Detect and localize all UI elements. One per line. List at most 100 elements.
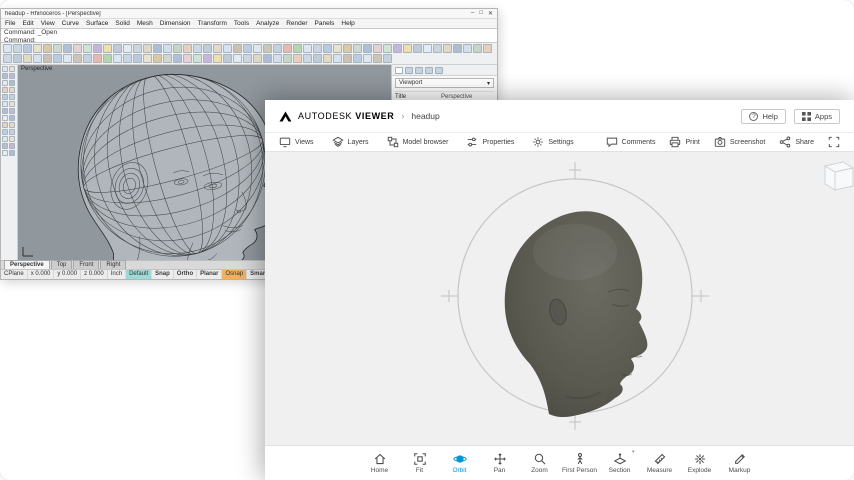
toolbar-icon[interactable] [163,44,172,53]
toolbar-icon[interactable] [123,44,132,53]
toolbar-icon[interactable] [33,44,42,53]
toolbar-icon[interactable] [73,44,82,53]
side-tool-icon[interactable] [2,108,8,114]
dock-section[interactable]: ▾ Section [600,446,640,480]
toolbar-icon[interactable] [133,44,142,53]
fullscreen-button[interactable] [828,136,840,148]
toolbar-icon[interactable] [343,54,352,63]
toolbar-icon[interactable] [483,44,492,53]
toolbar-icon[interactable] [213,54,222,63]
menu-analyze[interactable]: Analyze [256,20,279,27]
menu-solid[interactable]: Solid [115,20,129,27]
viewport-tab-perspective[interactable]: Perspective [4,260,50,269]
toolbar-icon[interactable] [53,54,62,63]
toolbar-icon[interactable] [223,54,232,63]
toolbar-icon[interactable] [433,44,442,53]
toolbar-icon[interactable] [3,44,12,53]
object-type-dropdown[interactable]: Viewport ▾ [395,78,494,88]
toolbar-icon[interactable] [233,44,242,53]
toolbar-icon[interactable] [253,54,262,63]
toolbar-icon[interactable] [123,54,132,63]
status-cplane[interactable]: CPlane [1,270,28,279]
toolbar-icon[interactable] [143,54,152,63]
status-inch[interactable]: Inch [108,270,126,279]
toolbar-icon[interactable] [193,44,202,53]
properties-tab-icon[interactable] [395,67,403,74]
toolbar-icon[interactable] [23,54,32,63]
layers-button[interactable]: Layers [332,136,369,148]
toolbar-icon[interactable] [33,54,42,63]
toolbar-icon[interactable] [333,44,342,53]
side-tool-icon[interactable] [2,143,8,149]
menu-edit[interactable]: Edit [22,20,33,27]
menu-view[interactable]: View [41,20,55,27]
toolbar-icon[interactable] [203,44,212,53]
status-snap[interactable]: Snap [152,270,174,279]
status-planar[interactable]: Planar [197,270,222,279]
dock-home[interactable]: Home [360,446,400,480]
toolbar-icon[interactable] [3,54,12,63]
toolbar-icon[interactable] [43,44,52,53]
status-z[interactable]: z 0.000 [81,270,108,279]
maximize-button[interactable]: □ [479,10,483,17]
comments-button[interactable]: Comments [606,136,656,148]
toolbar-icon[interactable] [183,44,192,53]
menu-dimension[interactable]: Dimension [160,20,191,27]
toolbar-icon[interactable] [103,44,112,53]
settings-button[interactable]: Settings [532,136,573,148]
dock-measure[interactable]: Measure [640,446,680,480]
side-tool-icon[interactable] [9,108,15,114]
screenshot-button[interactable]: Screenshot [714,136,765,148]
toolbar-icon[interactable] [213,44,222,53]
side-tool-icon[interactable] [9,150,15,156]
side-tool-icon[interactable] [2,150,8,156]
menu-render[interactable]: Render [286,20,307,27]
side-tool-icon[interactable] [9,94,15,100]
toolbar-icon[interactable] [353,44,362,53]
toolbar-icon[interactable] [383,44,392,53]
toolbar-icon[interactable] [473,44,482,53]
close-button[interactable]: ✕ [488,10,493,17]
side-tool-icon[interactable] [2,129,8,135]
toolbar-icon[interactable] [273,44,282,53]
minimize-button[interactable]: – [471,10,474,17]
toolbar-icon[interactable] [333,54,342,63]
properties-button[interactable]: Properties [466,136,514,148]
side-tool-icon[interactable] [2,87,8,93]
notes-tab-icon[interactable] [435,67,443,74]
toolbar-icon[interactable] [323,44,332,53]
toolbar-icon[interactable] [323,54,332,63]
toolbar-icon[interactable] [263,54,272,63]
toolbar-icon[interactable] [173,54,182,63]
toolbar-icon[interactable] [203,54,212,63]
toolbar-icon[interactable] [253,44,262,53]
toolbar-icon[interactable] [153,54,162,63]
toolbar-icon[interactable] [83,44,92,53]
toolbar-icon[interactable] [13,54,22,63]
toolbar-icon[interactable] [303,44,312,53]
toolbar-icon[interactable] [63,44,72,53]
toolbar-icon[interactable] [133,54,142,63]
toolbar-icon[interactable] [233,54,242,63]
status-y[interactable]: y 0.000 [54,270,81,279]
menu-file[interactable]: File [5,20,15,27]
toolbar-icon[interactable] [43,54,52,63]
menu-tools[interactable]: Tools [234,20,249,27]
toolbar-icon[interactable] [23,44,32,53]
menu-surface[interactable]: Surface [86,20,108,27]
toolbar-icon[interactable] [193,54,202,63]
side-tool-icon[interactable] [2,122,8,128]
toolbar-icon[interactable] [153,44,162,53]
toolbar-icon[interactable] [443,44,452,53]
toolbar-icon[interactable] [73,54,82,63]
side-tool-icon[interactable] [9,122,15,128]
status-x[interactable]: x 0.000 [28,270,55,279]
toolbar-icon[interactable] [463,44,472,53]
model-browser-button[interactable]: Model browser [387,136,449,148]
side-tool-icon[interactable] [9,115,15,121]
toolbar-icon[interactable] [53,44,62,53]
menu-panels[interactable]: Panels [315,20,335,27]
toolbar-icon[interactable] [113,44,122,53]
toolbar-icon[interactable] [313,44,322,53]
toolbar-icon[interactable] [223,44,232,53]
